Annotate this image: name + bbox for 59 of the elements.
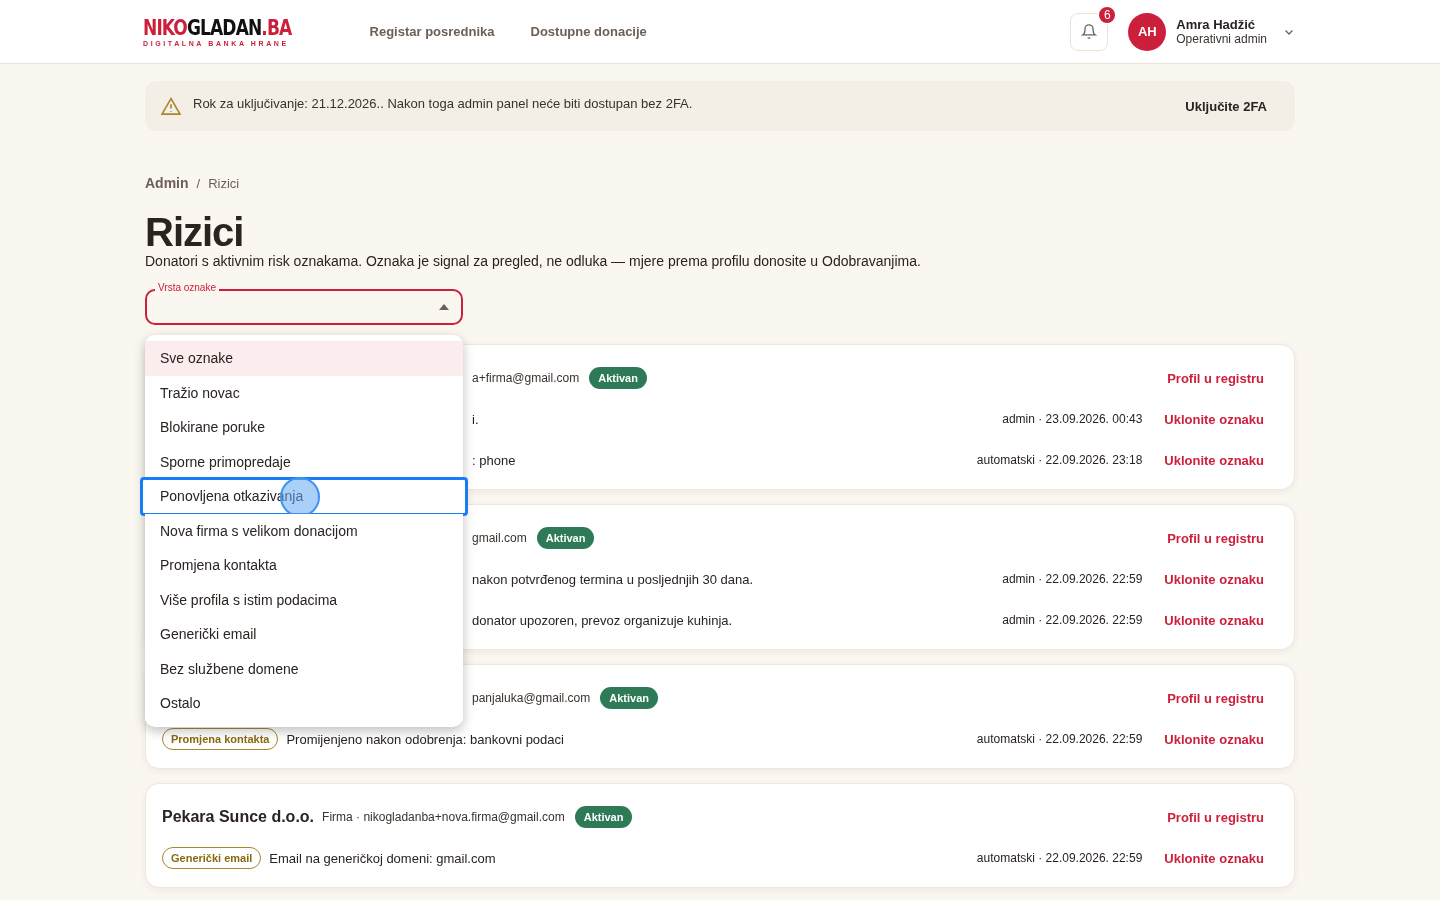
status-badge: Aktivan (589, 367, 647, 389)
registry-profile-link[interactable]: Profil u registru (1167, 809, 1264, 825)
flag-source: admin · 22.09.2026. 22:59 (1002, 572, 1143, 586)
remove-flag-link[interactable]: Uklonite oznaku (1164, 571, 1264, 587)
breadcrumb-separator: / (196, 175, 201, 191)
menu-option[interactable]: Bez službene domene (145, 651, 463, 686)
menu-option[interactable]: Nova firma s velikom donacijom (145, 513, 463, 548)
breadcrumb-link[interactable]: Admin (145, 175, 189, 191)
flag-source: automatski · 22.09.2026. 22:59 (976, 732, 1143, 746)
enable-2fa-button[interactable]: Uključite 2FA (1179, 97, 1273, 115)
remove-flag-link[interactable]: Uklonite oznaku (1164, 411, 1264, 427)
select-label: Vrsta oznake (155, 282, 219, 294)
flag-source: automatski · 22.09.2026. 23:18 (976, 453, 1143, 467)
registry-profile-link[interactable]: Profil u registru (1167, 530, 1264, 546)
flag-source: admin · 22.09.2026. 22:59 (1002, 613, 1143, 627)
flag-source: admin · 23.09.2026. 00:43 (1002, 412, 1143, 426)
user-avatar: AH (1128, 12, 1167, 51)
page-title: Rizici (145, 211, 245, 253)
menu-option[interactable]: Sve oznake (145, 341, 463, 376)
menu-option[interactable]: Tražio novac (145, 375, 463, 410)
registry-profile-link[interactable]: Profil u registru (1167, 690, 1264, 706)
donor-meta: gmail.com (472, 531, 527, 545)
flag-description: Promijenjeno nakon odobrenja: bankovni podaci (286, 731, 565, 747)
caret-icon (439, 304, 449, 310)
menu-option[interactable]: Promjena kontakta (145, 548, 463, 583)
nav-link[interactable]: Registar posrednika (369, 24, 495, 39)
donor-name: Pekara Sunce d.o.o. (162, 808, 315, 826)
remove-flag-link[interactable]: Uklonite oznaku (1164, 612, 1264, 628)
bell-icon (1081, 23, 1098, 40)
status-badge: Aktivan (600, 687, 658, 709)
logo-wordmark: NIKOGLADAN.BA (143, 15, 292, 40)
flag-source: automatski · 22.09.2026. 22:59 (976, 851, 1143, 865)
flag-description: nakon potvrđenog termina u posljednjih 30 dana. (472, 571, 755, 587)
notification-count: 6 (1097, 4, 1118, 25)
flag-description: i. (472, 411, 480, 427)
menu-option[interactable]: Blokirane poruke (145, 410, 463, 445)
warning-icon (161, 97, 181, 115)
page-description: Donatori s aktivnim risk oznakama. Oznaka je signal za pregled, ne odluka — mjere prema profilu donosite u Odobravanjima. (145, 253, 922, 269)
nav-link[interactable]: Dostupne donacije (530, 24, 647, 39)
remove-flag-link[interactable]: Uklonite oznaku (1164, 731, 1264, 747)
status-badge: Aktivan (536, 527, 595, 549)
donor-meta: a+firma@gmail.com (472, 371, 580, 385)
user-name: Amra Hadžić (1176, 17, 1257, 32)
user-role: Operativni admin (1176, 32, 1267, 46)
remove-flag-link[interactable]: Uklonite oznaku (1164, 452, 1264, 468)
flag-description: donator upozoren, prevoz organizuje kuhinja. (472, 612, 734, 628)
flag-description: Email na generičkoj domeni: gmail.com (269, 850, 497, 866)
donor-meta: Firma · nikogladanba+nova.firma@gmail.com (322, 810, 565, 824)
menu-option[interactable]: Više profila s istim podacima (145, 582, 463, 617)
notifications-button[interactable] (1070, 12, 1109, 51)
donor-meta: panjaluka@gmail.com (472, 691, 591, 705)
menu-option[interactable]: Ostalo (145, 686, 463, 721)
banner-text: Rok za uključivanje: 21.12.2026.. Nakon toga admin panel neće biti dostupan bez 2FA. (193, 96, 694, 111)
registry-profile-link[interactable]: Profil u registru (1167, 370, 1264, 386)
breadcrumb-current: Rizici (208, 175, 240, 191)
status-badge: Aktivan (574, 806, 633, 828)
flag-description: : phone (472, 452, 517, 468)
remove-flag-link[interactable]: Uklonite oznaku (1164, 850, 1264, 866)
menu-option[interactable]: Generički email (145, 617, 463, 652)
